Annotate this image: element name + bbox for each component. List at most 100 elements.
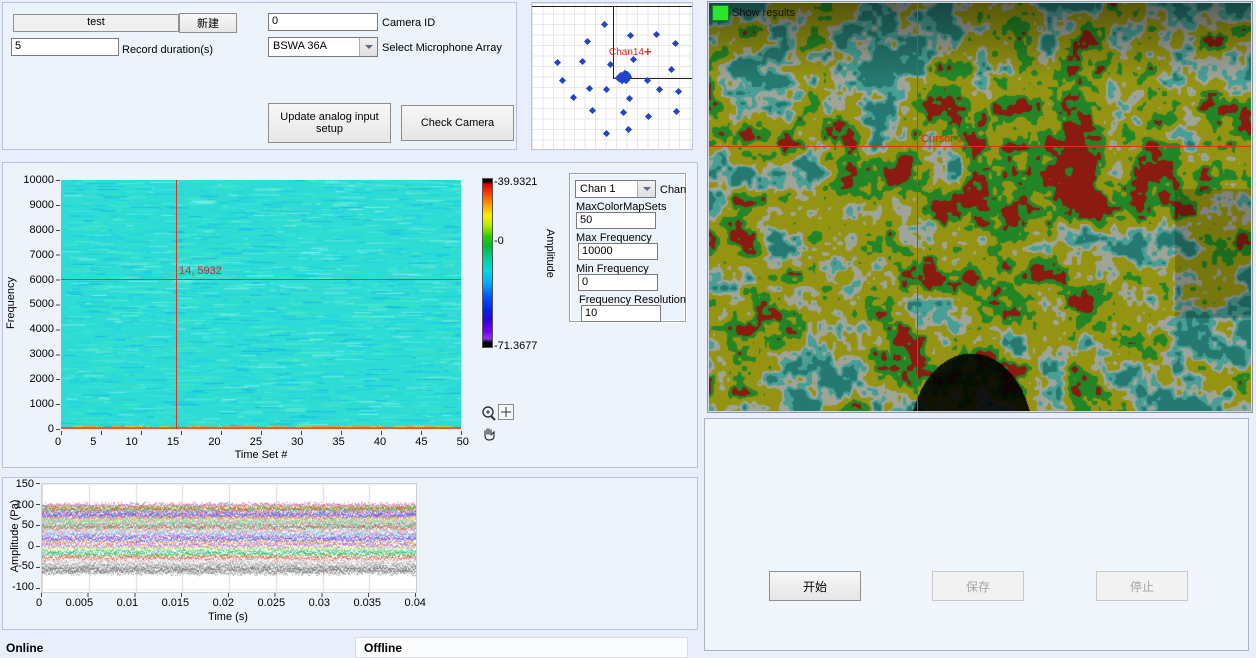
- show-results-label: Show results: [732, 7, 795, 19]
- tick-label: 2000: [30, 373, 54, 385]
- waveform-canvas[interactable]: [41, 483, 417, 593]
- mic-position-dot: [624, 125, 631, 132]
- tick-label: 0.01: [117, 597, 138, 609]
- run-control-panel: 开始 保存 停止: [704, 418, 1249, 651]
- spectrogram-panel: 1000090008000700060005000400030002000100…: [2, 162, 698, 468]
- tick-label: 3000: [30, 348, 54, 360]
- waveform-xlabel: Time (s): [178, 611, 278, 623]
- camera-id-input[interactable]: 0: [268, 13, 378, 31]
- mic-array-dropdown[interactable]: BSWA 36A: [268, 37, 378, 57]
- mic-cursor-cross-icon[interactable]: +: [644, 46, 652, 58]
- mic-position-dot: [625, 94, 632, 101]
- stop-button[interactable]: 停止: [1096, 571, 1188, 601]
- setup-panel: test 新建 5 Record duration(s) 0 Camera ID…: [2, 2, 517, 150]
- spectrogram-cursor-vline[interactable]: [176, 180, 177, 429]
- tick-label: 0.005: [66, 597, 94, 609]
- tick-label: 30: [291, 436, 303, 448]
- tick-label: 0.035: [353, 597, 381, 609]
- camera-cursor-label: Cursor 0: [921, 133, 963, 145]
- mic-array-plot[interactable]: + Chan14: [531, 2, 693, 150]
- mic-position-dot: [672, 107, 679, 114]
- camera-cursor-hline[interactable]: [709, 146, 1251, 147]
- tick-label: 20: [208, 436, 220, 448]
- mic-points-layer: [532, 3, 692, 149]
- chan-value: Chan 1: [580, 183, 615, 195]
- spectrogram-cursor-hline[interactable]: [61, 279, 461, 280]
- tick-label: 8000: [30, 224, 54, 236]
- mic-position-dot: [602, 85, 609, 92]
- mic-position-dot: [674, 87, 681, 94]
- mic-position-dot: [558, 76, 565, 83]
- chan-dropdown[interactable]: Chan 1: [575, 180, 656, 198]
- camera-view-frame: Cursor 0 Show results: [707, 1, 1253, 413]
- tick-label: 1000: [30, 398, 54, 410]
- chan-label: Chan: [660, 184, 686, 196]
- mic-position-dot: [667, 65, 674, 72]
- chevron-down-icon[interactable]: [637, 181, 655, 197]
- spectrogram-ylabel: Frequency: [5, 243, 17, 363]
- mic-position-dot: [583, 37, 590, 44]
- new-project-button[interactable]: 新建: [179, 13, 237, 33]
- mic-position-dot: [643, 76, 650, 83]
- chevron-down-icon[interactable]: [359, 38, 377, 56]
- tick-label: 0.04: [405, 597, 426, 609]
- acoustic-camera-app: test 新建 5 Record duration(s) 0 Camera ID…: [0, 0, 1256, 658]
- min-frequency-input[interactable]: 0: [578, 274, 658, 291]
- tick-label: 6000: [30, 274, 54, 286]
- zoom-tool-icon[interactable]: [480, 405, 498, 423]
- waveform-panel: 150100500-50-100 00.0050.010.0150.020.02…: [2, 477, 698, 630]
- pan-hand-tool-icon[interactable]: [481, 426, 498, 443]
- spectrogram-y-ticks: 1000090008000700060005000400030002000100…: [19, 174, 54, 435]
- tick-label: 25: [250, 436, 262, 448]
- spectrogram-canvas[interactable]: [61, 180, 461, 429]
- save-button[interactable]: 保存: [932, 571, 1024, 601]
- camera-id-label: Camera ID: [382, 17, 435, 29]
- camera-heatmap-canvas[interactable]: [709, 3, 1251, 411]
- tick-label: 40: [374, 436, 386, 448]
- tick-label: 0.025: [258, 597, 286, 609]
- project-name-field[interactable]: test: [13, 14, 179, 32]
- start-button[interactable]: 开始: [769, 571, 861, 601]
- spectrogram-xlabel: Time Set #: [181, 449, 341, 461]
- record-duration-label: Record duration(s): [122, 44, 213, 56]
- colorbar-max-label: -39.9321: [494, 176, 537, 188]
- mic-position-dot: [652, 30, 659, 37]
- amplitude-colorbar: [482, 178, 493, 348]
- spectrogram-x-ticks: 05101520253035404550: [55, 436, 469, 448]
- camera-cursor-vline[interactable]: [917, 3, 918, 411]
- mic-position-dot: [671, 39, 678, 46]
- tick-label: 0: [28, 540, 34, 552]
- waveform-ylabel: Amplitude (Pa): [9, 476, 21, 596]
- tick-label: 0.02: [213, 597, 234, 609]
- tick-label: 50: [22, 519, 34, 531]
- colorbar-mid-label: -0: [494, 235, 504, 247]
- cursor-tool-icon[interactable]: [498, 404, 514, 420]
- maxcolormapsets-input[interactable]: 50: [576, 212, 656, 229]
- max-frequency-input[interactable]: 10000: [578, 243, 658, 260]
- waveform-ytick-marks: [36, 483, 40, 589]
- offline-status-bar: Offline: [355, 637, 688, 658]
- mic-position-dot: [588, 106, 595, 113]
- tick-label: 0.03: [309, 597, 330, 609]
- mic-position-dot: [578, 57, 585, 64]
- mic-array-label: Select Microphone Array: [382, 42, 502, 54]
- tick-label: 10000: [23, 174, 54, 186]
- tick-label: 4000: [30, 323, 54, 335]
- tick-label: 7000: [30, 249, 54, 261]
- mic-position-dot: [569, 93, 576, 100]
- spectrogram-cursor-label: 14, 5932: [179, 265, 222, 277]
- mic-position-dot: [553, 58, 560, 65]
- check-camera-button[interactable]: Check Camera: [401, 105, 514, 141]
- record-duration-input[interactable]: 5: [11, 38, 119, 56]
- online-status-label: Online: [6, 642, 43, 654]
- spectrogram-xtick-marks: [61, 431, 462, 435]
- mic-position-dot: [644, 112, 651, 119]
- mic-position-dot: [619, 108, 626, 115]
- mic-position-dot: [600, 20, 607, 27]
- waveform-x-ticks: 00.0050.010.0150.020.0250.030.0350.04: [36, 597, 426, 609]
- tick-label: 35: [332, 436, 344, 448]
- update-analog-input-button[interactable]: Update analog input setup: [268, 103, 391, 143]
- show-results-led[interactable]: [712, 5, 729, 21]
- mic-array-value: BSWA 36A: [273, 40, 327, 52]
- frequency-resolution-input[interactable]: 10: [581, 305, 661, 322]
